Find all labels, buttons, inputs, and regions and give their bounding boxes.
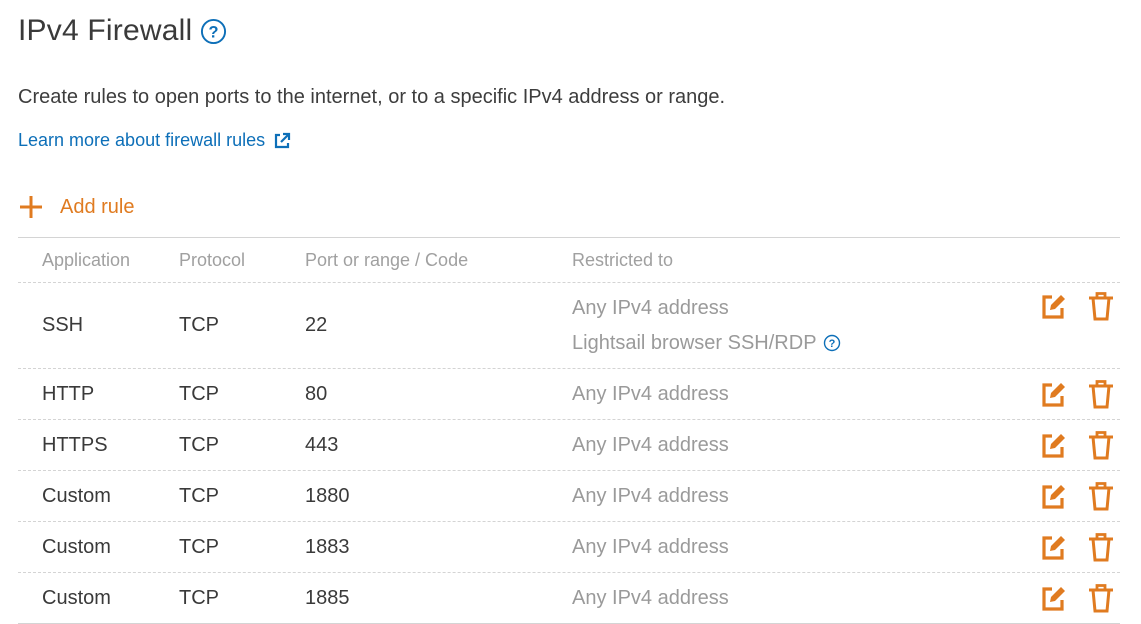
page-title: IPv4 Firewall (18, 14, 193, 47)
edit-icon[interactable] (1040, 583, 1066, 613)
cell-port: 1880 (305, 484, 350, 507)
table-row: HTTP TCP 80 Any IPv4 address (18, 369, 1120, 420)
row-actions (1012, 532, 1120, 562)
add-rule-label[interactable]: Add rule (60, 196, 135, 219)
firewall-rules-table: Application Protocol Port or range / Cod… (18, 237, 1120, 624)
cell-restricted: Any IPv4 address (572, 484, 729, 507)
page-description: Create rules to open ports to the intern… (18, 86, 726, 108)
row-actions (1012, 481, 1120, 511)
cell-protocol: TCP (179, 382, 219, 405)
cell-application: SSH (42, 314, 84, 336)
cell-application: HTTPS (42, 433, 108, 456)
edit-icon[interactable] (1040, 291, 1066, 321)
cell-port: 22 (305, 314, 328, 336)
column-header-port: Port or range / Code (305, 249, 469, 270)
table-row: Custom TCP 1883 Any IPv4 address (18, 522, 1120, 573)
column-header-application: Application (42, 249, 131, 270)
plus-icon[interactable] (18, 194, 44, 220)
cell-application: Custom (42, 535, 111, 558)
trash-icon[interactable] (1088, 430, 1114, 460)
edit-icon[interactable] (1040, 532, 1066, 562)
row-actions (1012, 583, 1120, 613)
external-link-icon[interactable] (273, 132, 291, 150)
help-icon[interactable]: ? (823, 334, 841, 352)
column-header-protocol: Protocol (179, 249, 246, 270)
page-header: IPv4 Firewall ? (18, 14, 227, 48)
table-row: Custom TCP 1885 Any IPv4 address (18, 573, 1120, 624)
table-row: SSH TCP 22 Any IPv4 address Lightsail br… (18, 283, 1120, 369)
learn-more-label[interactable]: Learn more about firewall rules (18, 130, 265, 151)
edit-icon[interactable] (1040, 379, 1066, 409)
cell-protocol: TCP (179, 314, 219, 336)
restricted-line: Any IPv4 address (572, 297, 1012, 320)
svg-text:?: ? (209, 23, 219, 41)
cell-restricted: Any IPv4 address Lightsail browser SSH/R… (572, 297, 1012, 355)
cell-restricted: Any IPv4 address (572, 586, 729, 609)
cell-restricted: Any IPv4 address (572, 433, 729, 456)
cell-restricted: Any IPv4 address (572, 382, 729, 405)
add-rule-button[interactable]: Add rule (18, 194, 135, 220)
trash-icon[interactable] (1088, 481, 1114, 511)
row-actions (1012, 379, 1120, 409)
edit-icon[interactable] (1040, 430, 1066, 460)
cell-restricted: Any IPv4 address (572, 535, 729, 558)
table-row: Custom TCP 1880 Any IPv4 address (18, 471, 1120, 522)
trash-icon[interactable] (1088, 583, 1114, 613)
learn-more-link[interactable]: Learn more about firewall rules (18, 130, 291, 151)
restricted-extra-value: Lightsail browser SSH/RDP (572, 331, 817, 354)
cell-port: 443 (305, 433, 339, 456)
cell-port: 1883 (305, 535, 350, 558)
trash-icon[interactable] (1088, 379, 1114, 409)
restricted-value: Any IPv4 address (572, 296, 729, 319)
table-row: HTTPS TCP 443 Any IPv4 address (18, 420, 1120, 471)
cell-port: 80 (305, 382, 328, 405)
svg-text:?: ? (828, 338, 835, 350)
cell-application: Custom (42, 484, 111, 507)
row-actions (1012, 430, 1120, 460)
table-header: Application Protocol Port or range / Cod… (18, 238, 1120, 283)
cell-protocol: TCP (179, 433, 219, 456)
row-actions (1012, 283, 1120, 321)
trash-icon[interactable] (1088, 291, 1114, 321)
cell-protocol: TCP (179, 535, 219, 558)
cell-port: 1885 (305, 586, 350, 609)
column-header-restricted: Restricted to (572, 249, 674, 270)
cell-application: HTTP (42, 382, 95, 405)
cell-protocol: TCP (179, 586, 219, 609)
cell-protocol: TCP (179, 484, 219, 507)
help-icon[interactable]: ? (200, 18, 227, 45)
edit-icon[interactable] (1040, 481, 1066, 511)
trash-icon[interactable] (1088, 532, 1114, 562)
cell-application: Custom (42, 586, 111, 609)
restricted-extra-line: Lightsail browser SSH/RDP ? (572, 332, 1012, 355)
